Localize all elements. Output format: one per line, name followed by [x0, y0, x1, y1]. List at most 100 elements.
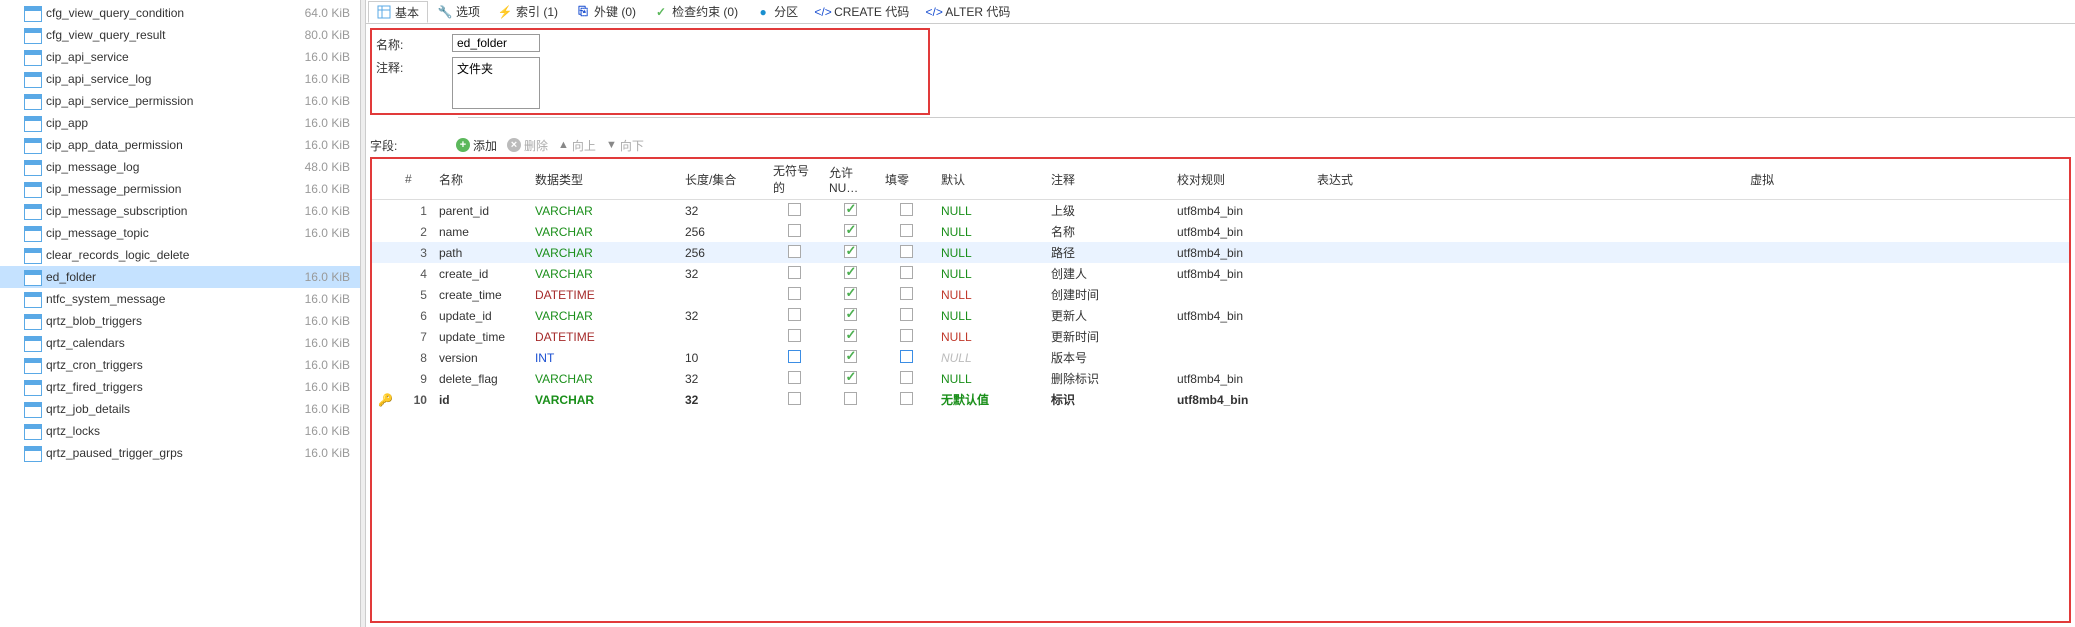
- th-name[interactable]: 名称: [433, 159, 529, 200]
- column-row[interactable]: 6update_idVARCHAR32NULL更新人utf8mb4_bin: [372, 305, 2069, 326]
- col-length[interactable]: 10: [679, 347, 767, 368]
- col-allownull[interactable]: [823, 347, 879, 368]
- tab-ALTER 代码[interactable]: </>ALTER 代码: [919, 1, 1018, 23]
- sidebar-item-clear_records_logic_delete[interactable]: clear_records_logic_delete: [0, 244, 360, 266]
- col-length[interactable]: 32: [679, 200, 767, 222]
- col-default[interactable]: NULL: [935, 221, 1045, 242]
- col-expression[interactable]: [1311, 242, 1744, 263]
- col-length[interactable]: 256: [679, 221, 767, 242]
- col-collation[interactable]: [1171, 326, 1311, 347]
- col-name[interactable]: update_id: [433, 305, 529, 326]
- columns-grid[interactable]: # 名称 数据类型 长度/集合 无符号的 允许 NU… 填零 默认 注释 校对规…: [372, 159, 2069, 410]
- col-comment[interactable]: 上级: [1045, 200, 1171, 222]
- sidebar-item-qrtz_fired_triggers[interactable]: qrtz_fired_triggers16.0 KiB: [0, 376, 360, 398]
- col-zerofill[interactable]: [879, 284, 935, 305]
- col-collation[interactable]: utf8mb4_bin: [1171, 263, 1311, 284]
- sidebar-item-qrtz_paused_trigger_grps[interactable]: qrtz_paused_trigger_grps16.0 KiB: [0, 442, 360, 464]
- tab-索引 (1)[interactable]: ⚡索引 (1): [490, 1, 566, 23]
- column-row[interactable]: 3pathVARCHAR256NULL路径utf8mb4_bin: [372, 242, 2069, 263]
- col-virtual[interactable]: [1744, 221, 2069, 242]
- th-virtual[interactable]: 虚拟: [1744, 159, 2069, 200]
- col-length[interactable]: [679, 284, 767, 305]
- sidebar-item-cip_message_log[interactable]: cip_message_log48.0 KiB: [0, 156, 360, 178]
- col-expression[interactable]: [1311, 368, 1744, 389]
- col-allownull[interactable]: [823, 200, 879, 222]
- column-row[interactable]: 8versionINT10NULL版本号: [372, 347, 2069, 368]
- col-virtual[interactable]: [1744, 326, 2069, 347]
- col-zerofill[interactable]: [879, 263, 935, 284]
- col-collation[interactable]: [1171, 347, 1311, 368]
- checkbox[interactable]: [788, 203, 801, 216]
- col-collation[interactable]: [1171, 284, 1311, 305]
- col-name[interactable]: parent_id: [433, 200, 529, 222]
- col-zerofill[interactable]: [879, 368, 935, 389]
- add-field-button[interactable]: + 添加: [456, 137, 497, 154]
- col-expression[interactable]: [1311, 305, 1744, 326]
- col-allownull[interactable]: [823, 263, 879, 284]
- comment-textarea[interactable]: [452, 57, 540, 109]
- col-virtual[interactable]: [1744, 263, 2069, 284]
- col-expression[interactable]: [1311, 284, 1744, 305]
- col-name[interactable]: name: [433, 221, 529, 242]
- col-name[interactable]: update_time: [433, 326, 529, 347]
- checkbox[interactable]: [788, 329, 801, 342]
- th-datatype[interactable]: 数据类型: [529, 159, 679, 200]
- checkbox[interactable]: [844, 203, 857, 216]
- col-datatype[interactable]: VARCHAR: [529, 263, 679, 284]
- checkbox[interactable]: [788, 224, 801, 237]
- col-default[interactable]: NULL: [935, 326, 1045, 347]
- col-zerofill[interactable]: [879, 326, 935, 347]
- col-name[interactable]: path: [433, 242, 529, 263]
- checkbox[interactable]: [844, 308, 857, 321]
- col-datatype[interactable]: VARCHAR: [529, 221, 679, 242]
- tab-分区[interactable]: ●分区: [748, 1, 806, 23]
- th-unsigned[interactable]: 无符号的: [767, 159, 823, 200]
- sidebar-item-qrtz_calendars[interactable]: qrtz_calendars16.0 KiB: [0, 332, 360, 354]
- sidebar-item-cip_message_subscription[interactable]: cip_message_subscription16.0 KiB: [0, 200, 360, 222]
- col-collation[interactable]: utf8mb4_bin: [1171, 368, 1311, 389]
- sidebar-item-qrtz_blob_triggers[interactable]: qrtz_blob_triggers16.0 KiB: [0, 310, 360, 332]
- col-unsigned[interactable]: [767, 284, 823, 305]
- col-default[interactable]: NULL: [935, 347, 1045, 368]
- checkbox[interactable]: [788, 245, 801, 258]
- checkbox[interactable]: [900, 371, 913, 384]
- checkbox[interactable]: [900, 266, 913, 279]
- th-num[interactable]: #: [399, 159, 433, 200]
- checkbox[interactable]: [788, 308, 801, 321]
- sidebar-item-ntfc_system_message[interactable]: ntfc_system_message16.0 KiB: [0, 288, 360, 310]
- sidebar-item-cfg_view_query_result[interactable]: cfg_view_query_result80.0 KiB: [0, 24, 360, 46]
- col-virtual[interactable]: [1744, 284, 2069, 305]
- col-collation[interactable]: utf8mb4_bin: [1171, 389, 1311, 410]
- checkbox[interactable]: [844, 350, 857, 363]
- col-comment[interactable]: 创建人: [1045, 263, 1171, 284]
- checkbox[interactable]: [900, 350, 913, 363]
- checkbox[interactable]: [788, 371, 801, 384]
- col-comment[interactable]: 更新时间: [1045, 326, 1171, 347]
- column-row[interactable]: 1parent_idVARCHAR32NULL上级utf8mb4_bin: [372, 200, 2069, 222]
- tab-检查约束 (0)[interactable]: ✓检查约束 (0): [646, 1, 746, 23]
- col-unsigned[interactable]: [767, 200, 823, 222]
- col-zerofill[interactable]: [879, 242, 935, 263]
- col-default[interactable]: NULL: [935, 242, 1045, 263]
- col-default[interactable]: NULL: [935, 368, 1045, 389]
- checkbox[interactable]: [788, 392, 801, 405]
- move-down-button[interactable]: ▼ 向下: [606, 137, 644, 154]
- col-virtual[interactable]: [1744, 368, 2069, 389]
- col-length[interactable]: 256: [679, 242, 767, 263]
- col-allownull[interactable]: [823, 305, 879, 326]
- checkbox[interactable]: [900, 329, 913, 342]
- col-default[interactable]: NULL: [935, 305, 1045, 326]
- sidebar-item-cip_message_permission[interactable]: cip_message_permission16.0 KiB: [0, 178, 360, 200]
- sidebar-item-cip_api_service_log[interactable]: cip_api_service_log16.0 KiB: [0, 68, 360, 90]
- col-collation[interactable]: utf8mb4_bin: [1171, 221, 1311, 242]
- sidebar-item-cfg_view_query_condition[interactable]: cfg_view_query_condition64.0 KiB: [0, 2, 360, 24]
- col-unsigned[interactable]: [767, 389, 823, 410]
- column-row[interactable]: 2nameVARCHAR256NULL名称utf8mb4_bin: [372, 221, 2069, 242]
- col-name[interactable]: create_time: [433, 284, 529, 305]
- col-zerofill[interactable]: [879, 305, 935, 326]
- checkbox[interactable]: [844, 224, 857, 237]
- col-length[interactable]: [679, 326, 767, 347]
- col-virtual[interactable]: [1744, 347, 2069, 368]
- col-unsigned[interactable]: [767, 242, 823, 263]
- th-zerofill[interactable]: 填零: [879, 159, 935, 200]
